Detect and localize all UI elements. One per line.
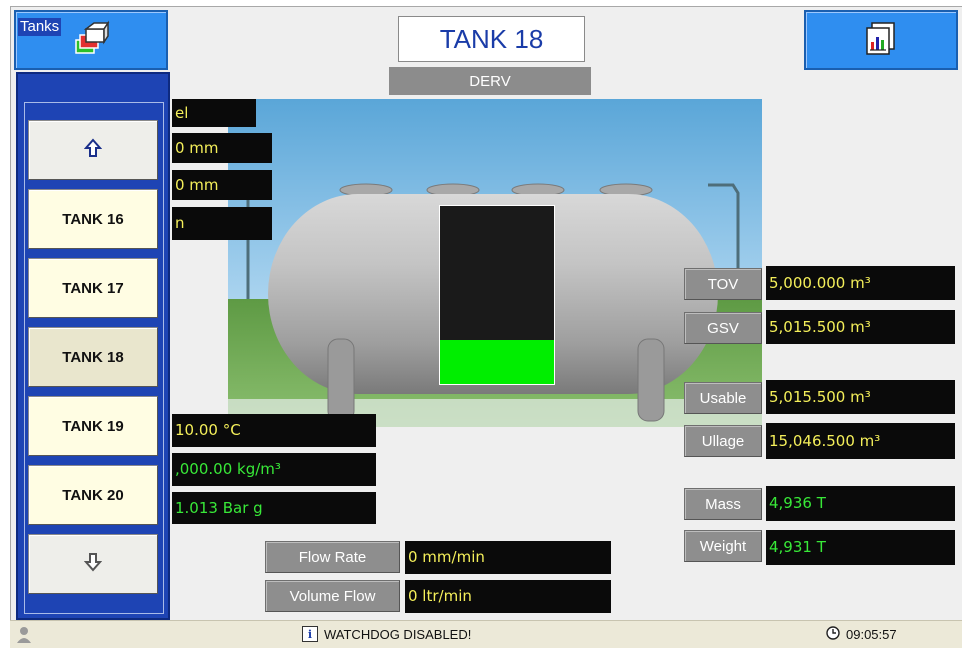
gsv-label: GSV bbox=[684, 312, 762, 344]
level-readout-1: 0 mm bbox=[172, 133, 272, 163]
scroll-up-button[interactable] bbox=[28, 120, 158, 180]
status-clock: 09:05:57 bbox=[826, 626, 897, 643]
report-button[interactable] bbox=[804, 10, 958, 70]
tov-label: TOV bbox=[684, 268, 762, 300]
mass-readout: 4,936 T bbox=[766, 486, 955, 521]
ullage-label: Ullage bbox=[684, 425, 762, 457]
tank-button-19[interactable]: TANK 19 bbox=[28, 396, 158, 456]
status-bar: i WATCHDOG DISABLED! 09:05:57 bbox=[10, 620, 962, 648]
weight-readout: 4,931 T bbox=[766, 530, 955, 565]
volume-flow-label: Volume Flow bbox=[265, 580, 400, 612]
flow-rate-readout: 0 mm/min bbox=[405, 541, 611, 574]
usable-readout: 5,015.500 m³ bbox=[766, 380, 955, 414]
tank-button-16[interactable]: TANK 16 bbox=[28, 189, 158, 249]
weight-label: Weight bbox=[684, 530, 762, 562]
level-units-readout: el bbox=[172, 99, 256, 127]
scroll-down-button[interactable] bbox=[28, 534, 158, 594]
tank-button-17[interactable]: TANK 17 bbox=[28, 258, 158, 318]
temperature-readout: 10.00 °C bbox=[172, 414, 376, 447]
status-message: i WATCHDOG DISABLED! bbox=[302, 626, 471, 642]
watchdog-message: WATCHDOG DISABLED! bbox=[324, 626, 472, 642]
pressure-readout: 1.013 Bar g bbox=[172, 492, 376, 524]
arrow-up-icon bbox=[83, 138, 103, 162]
report-icon bbox=[863, 20, 899, 60]
ullage-readout: 15,046.500 m³ bbox=[766, 423, 955, 459]
usable-label: Usable bbox=[684, 382, 762, 414]
user-icon[interactable] bbox=[16, 626, 32, 644]
mass-label: Mass bbox=[684, 488, 762, 520]
gsv-readout: 5,015.500 m³ bbox=[766, 310, 955, 344]
level-gauge-fill bbox=[440, 339, 554, 384]
tov-readout: 5,000.000 m³ bbox=[766, 266, 955, 300]
clock-time: 09:05:57 bbox=[846, 627, 897, 642]
density-readout: ,000.00 kg/m³ bbox=[172, 453, 376, 486]
tank-button-20[interactable]: TANK 20 bbox=[28, 465, 158, 525]
tank-title: TANK 18 bbox=[398, 16, 585, 62]
info-icon: i bbox=[302, 626, 318, 642]
level-gauge bbox=[439, 205, 555, 385]
arrow-down-icon bbox=[83, 552, 103, 576]
clock-icon bbox=[826, 626, 840, 643]
level-readout-3: n bbox=[172, 207, 272, 240]
level-readout-2: 0 mm bbox=[172, 170, 272, 200]
product-name: DERV bbox=[389, 67, 591, 95]
tank-button-18[interactable]: TANK 18 bbox=[28, 327, 158, 387]
tanks-overview-icon bbox=[72, 20, 110, 60]
volume-flow-readout: 0 ltr/min bbox=[405, 580, 611, 613]
flow-rate-label: Flow Rate bbox=[265, 541, 400, 573]
tanks-legend: Tanks bbox=[18, 18, 62, 36]
